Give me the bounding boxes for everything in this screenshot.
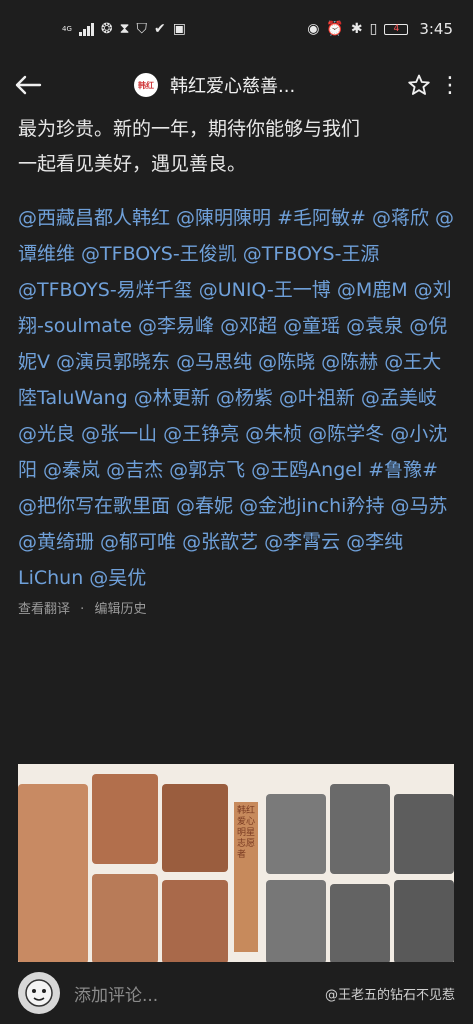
alarm-icon: ⏰ <box>326 21 344 37</box>
star-icon <box>408 74 430 95</box>
user-avatar[interactable] <box>18 972 60 1014</box>
wechat-icon: ❂ <box>100 21 113 37</box>
vibrate-icon: ▯ <box>369 21 378 37</box>
post-text-line: 最为珍贵。新的一年，期待你能够与我们 <box>18 118 361 140</box>
post-content: 最为珍贵。新的一年，期待你能够与我们 一起看见美好，遇见善良。 @西藏昌都人韩红… <box>18 112 458 617</box>
mention-list[interactable]: @西藏昌都人韩红 @陳明陳明 #毛阿敏# @蒋欣 @谭维维 @TFBOYS-王俊… <box>18 200 458 596</box>
favorite-button[interactable] <box>399 65 439 105</box>
app-icon: ▣ <box>172 21 186 37</box>
clock: 3:45 <box>419 20 453 38</box>
check-badge-icon: ✔ <box>153 21 166 37</box>
comment-bar: 添加评论... @王老五的钻石不见惹 <box>0 962 473 1024</box>
post-meta: 查看翻译 · 编辑历史 <box>18 598 458 617</box>
network-indicator: 4G <box>62 25 72 33</box>
watermark: @王老五的钻石不见惹 <box>324 987 455 1003</box>
comment-input[interactable]: 添加评论... <box>74 981 325 1006</box>
account-avatar[interactable]: 韩红 <box>134 73 158 97</box>
account-title[interactable]: 韩红爱心慈善... <box>170 72 399 98</box>
bluetooth-icon: ✱ <box>350 21 363 37</box>
translate-link[interactable]: 查看翻译 <box>18 602 70 617</box>
edit-history-link[interactable]: 编辑历史 <box>94 602 146 617</box>
post-text-line: 一起看见美好，遇见善良。 <box>18 153 247 175</box>
battery-icon: 4 <box>384 23 409 35</box>
eye-icon: ◉ <box>307 21 320 37</box>
network-type: 4G <box>62 25 72 33</box>
back-button[interactable] <box>14 65 54 105</box>
signal-icon <box>78 22 94 36</box>
arrow-left-icon <box>15 75 42 95</box>
battery-level: 4 <box>393 24 400 34</box>
poster-text: 韩红爱心明星志愿者 <box>237 806 256 860</box>
status-bar: 4G ❂ ⧗ ⛉ ✔ ▣ ◉ ⏰ ✱ ▯ 4 3:45 <box>0 0 473 58</box>
status-left: 4G ❂ ⧗ ⛉ ✔ ▣ <box>62 22 186 36</box>
status-right: ◉ ⏰ ✱ ▯ 4 3:45 <box>307 20 453 38</box>
cartoon-face-icon <box>25 979 53 1007</box>
app-bar: 韩红 韩红爱心慈善... ⋮ <box>0 58 473 112</box>
shield-icon: ⛉ <box>136 21 147 37</box>
post-image[interactable]: 韩红爱心明星志愿者 <box>18 764 454 964</box>
more-options-icon[interactable]: ⋮ <box>439 73 461 98</box>
meta-separator: · <box>80 602 85 617</box>
hourglass-icon: ⧗ <box>119 21 130 37</box>
account-avatar-text: 韩红 <box>138 80 154 90</box>
